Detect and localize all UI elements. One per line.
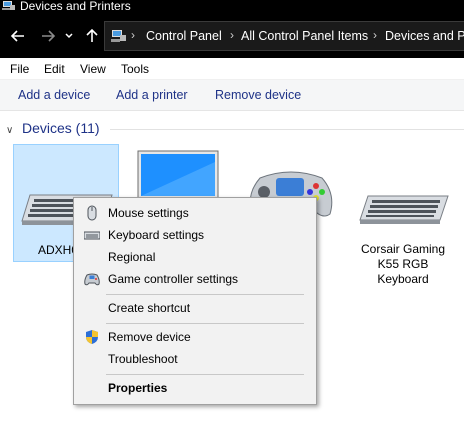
keyboard-icon bbox=[359, 195, 449, 224]
recent-locations-button[interactable] bbox=[62, 26, 76, 46]
control-panel-icon bbox=[111, 30, 126, 42]
up-button[interactable] bbox=[82, 26, 102, 46]
device-label-line-1: Corsair Gaming bbox=[360, 242, 446, 256]
ctx-keyboard-settings[interactable]: Keyboard settings bbox=[74, 225, 316, 245]
devices-group-label: Devices (11) bbox=[22, 120, 100, 136]
gamepad-small-icon bbox=[84, 273, 100, 286]
ctx-mouse-settings[interactable]: Mouse settings bbox=[74, 203, 316, 223]
up-arrow-icon bbox=[86, 28, 98, 42]
address-bar[interactable]: › Control Panel › All Control Panel Item… bbox=[104, 21, 464, 51]
add-device-button[interactable]: Add a device bbox=[18, 88, 90, 102]
ctx-game-controller-settings[interactable]: Game controller settings bbox=[74, 269, 316, 289]
mouse-icon bbox=[87, 205, 97, 221]
breadcrumb-control-panel[interactable]: Control Panel bbox=[146, 29, 222, 43]
uac-shield-icon bbox=[86, 330, 98, 344]
chevron-down-icon: ∨ bbox=[6, 125, 14, 136]
menu-view[interactable]: View bbox=[80, 62, 106, 76]
back-arrow-icon bbox=[10, 30, 24, 42]
ctx-troubleshoot[interactable]: Troubleshoot bbox=[74, 349, 316, 369]
monitor-icon bbox=[137, 150, 219, 200]
device-item[interactable]: Corsair Gaming K55 RGB Keyboard bbox=[348, 144, 458, 294]
menu-tools[interactable]: Tools bbox=[121, 62, 149, 76]
ctx-separator bbox=[106, 294, 304, 295]
chevron-down-icon bbox=[65, 33, 73, 39]
device-item[interactable] bbox=[132, 144, 222, 204]
device-label: ADXH0 bbox=[38, 243, 79, 257]
ctx-remove-device[interactable]: Remove device bbox=[74, 327, 316, 347]
context-menu: Mouse settings Keyboard settings Regiona… bbox=[73, 197, 317, 405]
forward-button[interactable] bbox=[38, 26, 58, 46]
remove-device-button[interactable]: Remove device bbox=[215, 88, 301, 102]
forward-arrow-icon bbox=[42, 30, 56, 42]
menu-file[interactable]: File bbox=[10, 62, 29, 76]
breadcrumb-all-items[interactable]: All Control Panel Items bbox=[241, 29, 368, 43]
command-bar: Add a device Add a printer Remove device bbox=[0, 80, 464, 111]
ctx-separator bbox=[106, 374, 304, 375]
devices-group-header[interactable]: ∨ Devices (11) bbox=[6, 120, 100, 138]
add-printer-button[interactable]: Add a printer bbox=[116, 88, 188, 102]
breadcrumb-devices-printers[interactable]: Devices and Prin bbox=[385, 29, 464, 43]
group-divider bbox=[110, 129, 464, 130]
ctx-create-shortcut[interactable]: Create shortcut bbox=[74, 298, 316, 318]
navigation-bar: › Control Panel › All Control Panel Item… bbox=[0, 14, 464, 58]
devices-printers-icon bbox=[2, 1, 15, 10]
back-button[interactable] bbox=[8, 26, 28, 46]
device-label-line-2: K55 RGB bbox=[377, 257, 429, 271]
keyboard-small-icon bbox=[84, 231, 100, 240]
menu-edit[interactable]: Edit bbox=[44, 62, 65, 76]
title-bar: Devices and Printers bbox=[0, 0, 464, 14]
device-label-line-3: Keyboard bbox=[377, 272, 429, 286]
ctx-properties[interactable]: Properties bbox=[74, 378, 316, 398]
window-title: Devices and Printers bbox=[20, 0, 131, 13]
breadcrumb-separator: › bbox=[373, 28, 377, 42]
ctx-separator bbox=[106, 323, 304, 324]
menu-bar: File Edit View Tools bbox=[0, 58, 464, 80]
breadcrumb-separator: › bbox=[230, 28, 234, 42]
ctx-regional[interactable]: Regional bbox=[74, 247, 316, 267]
breadcrumb-separator: › bbox=[131, 28, 135, 42]
